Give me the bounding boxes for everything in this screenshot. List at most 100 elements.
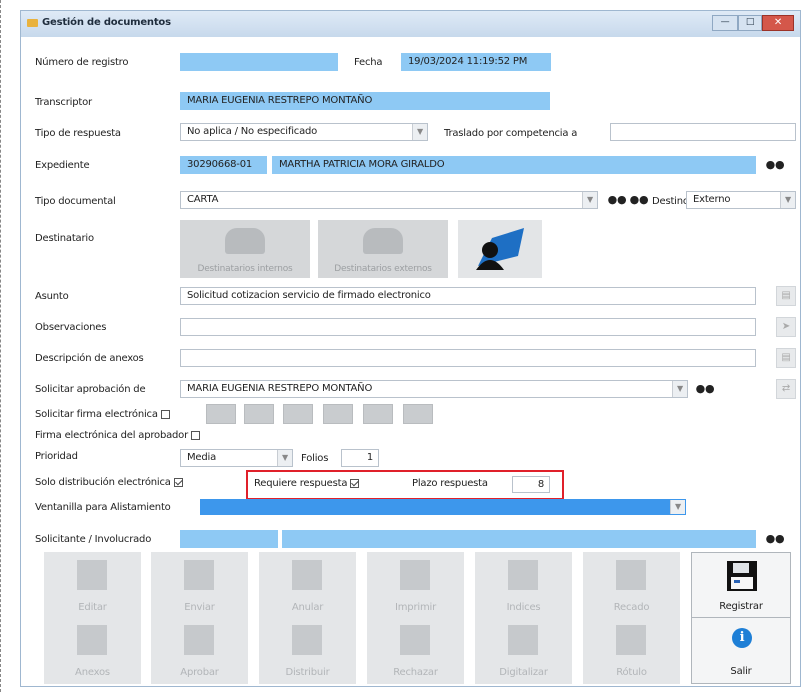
anexos-button[interactable]: Anexos <box>44 617 141 684</box>
firma-tool-button[interactable] <box>244 404 274 424</box>
salir-button[interactable]: i Salir <box>691 617 791 684</box>
recado-button[interactable]: Recado <box>583 552 680 619</box>
firma-tool-button[interactable] <box>283 404 313 424</box>
prioridad-select[interactable]: Media ▼ <box>180 449 293 467</box>
firma-aprobador-checkbox[interactable] <box>191 430 201 440</box>
chevron-down-icon: ▼ <box>670 500 685 514</box>
arrow-icon[interactable]: ➤ <box>776 317 796 337</box>
label-destinatario: Destinatario <box>35 233 94 244</box>
editar-button[interactable]: Editar <box>44 552 141 619</box>
document-icon[interactable]: ▤ <box>776 286 796 306</box>
aprobar-button[interactable]: Aprobar <box>151 617 248 684</box>
plazo-respuesta-field[interactable]: 8 <box>512 476 550 493</box>
label-solicitar-aprobacion: Solicitar aprobación de <box>35 384 146 395</box>
solicitar-aprobacion-select[interactable]: MARIA EUGENIA RESTREPO MONTAÑO ▼ <box>180 380 688 398</box>
send-icon <box>184 560 214 590</box>
rotulo-label: Rótulo <box>616 667 647 678</box>
edit-icon <box>77 560 107 590</box>
printer-icon <box>400 560 430 590</box>
distribuir-button[interactable]: Distribuir <box>259 617 356 684</box>
label-descripcion-anexos: Descripción de anexos <box>35 353 144 364</box>
label-folios: Folios <box>301 453 329 464</box>
binoculars-icon[interactable]: ●● <box>764 154 786 176</box>
minimize-button[interactable]: — <box>712 15 738 31</box>
solicitante-code-field[interactable] <box>180 530 278 548</box>
firma-aprobador-row: Firma electrónica del aprobador <box>35 430 201 441</box>
info-icon: i <box>732 628 752 648</box>
enviar-button[interactable]: Enviar <box>151 552 248 619</box>
destinatarios-internos-button[interactable]: Destinatarios internos <box>180 220 310 278</box>
solicitar-aprobacion-value: MARIA EUGENIA RESTREPO MONTAÑO <box>187 383 373 394</box>
binoculars-icon[interactable]: ●● <box>764 528 786 550</box>
label-numero-registro: Número de registro <box>35 57 129 68</box>
traslado-field[interactable] <box>610 123 796 141</box>
label-traslado: Traslado por competencia a <box>444 128 578 139</box>
users-icon <box>225 228 265 254</box>
contact-book-button[interactable] <box>458 220 542 278</box>
distribute-icon <box>292 625 322 655</box>
scanner-icon <box>508 625 538 655</box>
binoculars-icon[interactable]: ●● <box>628 189 650 211</box>
anular-button[interactable]: Anular <box>259 552 356 619</box>
binoculars-icon[interactable]: ●● <box>606 189 628 211</box>
asunto-field[interactable]: Solicitud cotizacion servicio de firmado… <box>180 287 756 305</box>
salir-label: Salir <box>730 666 752 677</box>
destinatarios-internos-label: Destinatarios internos <box>197 264 293 274</box>
index-icon <box>508 560 538 590</box>
transcriptor-field[interactable]: MARIA EUGENIA RESTREPO MONTAÑO <box>180 92 550 110</box>
tipo-respuesta-select[interactable]: No aplica / No especificado ▼ <box>180 123 428 141</box>
firma-tool-button[interactable] <box>363 404 393 424</box>
binoculars-icon[interactable]: ●● <box>694 378 716 400</box>
label-observaciones: Observaciones <box>35 322 107 333</box>
aprobar-label: Aprobar <box>180 667 219 678</box>
document-icon[interactable]: ▤ <box>776 348 796 368</box>
indices-button[interactable]: Indices <box>475 552 572 619</box>
destino-select[interactable]: Externo ▼ <box>686 191 796 209</box>
anular-label: Anular <box>291 602 324 613</box>
digitalizar-label: Digitalizar <box>499 667 548 678</box>
folder-icon <box>27 19 38 27</box>
numero-registro-field[interactable] <box>180 53 338 71</box>
label-solicitante: Solicitante / Involucrado <box>35 534 152 545</box>
expediente-name-field[interactable]: MARTHA PATRICIA MORA GIRALDO <box>272 156 756 174</box>
chevron-down-icon: ▼ <box>412 124 427 140</box>
expediente-code-field[interactable]: 30290668-01 <box>180 156 267 174</box>
requiere-respuesta-checkbox[interactable] <box>350 478 360 488</box>
tipo-documental-select[interactable]: CARTA ▼ <box>180 191 598 209</box>
transfer-icon[interactable]: ⇄ <box>776 379 796 399</box>
attachment-icon <box>77 625 107 655</box>
firma-lock-button[interactable] <box>323 404 353 424</box>
label-prioridad: Prioridad <box>35 451 78 462</box>
label-fecha: Fecha <box>354 57 383 68</box>
note-icon <box>616 560 646 590</box>
imprimir-button[interactable]: Imprimir <box>367 552 464 619</box>
rotulo-button[interactable]: Rótulo <box>583 617 680 684</box>
fecha-field[interactable]: 19/03/2024 11:19:52 PM <box>401 53 551 71</box>
destino-value: Externo <box>693 194 731 205</box>
chevron-down-icon: ▼ <box>672 381 687 397</box>
users-icon <box>363 228 403 254</box>
close-button[interactable]: ✕ <box>762 15 794 31</box>
folios-field[interactable]: 1 <box>341 449 379 467</box>
solo-distribucion-checkbox[interactable] <box>173 477 183 487</box>
registrar-button[interactable]: Registrar <box>691 552 791 619</box>
firma-tool-button[interactable] <box>403 404 433 424</box>
rechazar-button[interactable]: Rechazar <box>367 617 464 684</box>
destinatarios-externos-label: Destinatarios externos <box>334 264 432 274</box>
solicitante-name-field[interactable] <box>282 530 756 548</box>
solicitar-firma-checkbox[interactable] <box>160 409 170 419</box>
label-solo-distribucion: Solo distribución electrónica <box>35 477 171 488</box>
label-ventanilla: Ventanilla para Alistamiento <box>35 502 171 513</box>
maximize-button[interactable]: □ <box>738 15 762 31</box>
firma-tool-button[interactable] <box>206 404 236 424</box>
ventanilla-select[interactable]: ▼ <box>200 499 686 515</box>
label-tipo-respuesta: Tipo de respuesta <box>35 128 121 139</box>
observaciones-field[interactable] <box>180 318 756 336</box>
label-destino: Destino <box>652 196 689 207</box>
destinatarios-externos-button[interactable]: Destinatarios externos <box>318 220 448 278</box>
descripcion-anexos-field[interactable] <box>180 349 756 367</box>
requiere-respuesta-row: Requiere respuesta <box>254 478 360 489</box>
reject-icon <box>400 625 430 655</box>
prioridad-value: Media <box>187 452 217 463</box>
digitalizar-button[interactable]: Digitalizar <box>475 617 572 684</box>
